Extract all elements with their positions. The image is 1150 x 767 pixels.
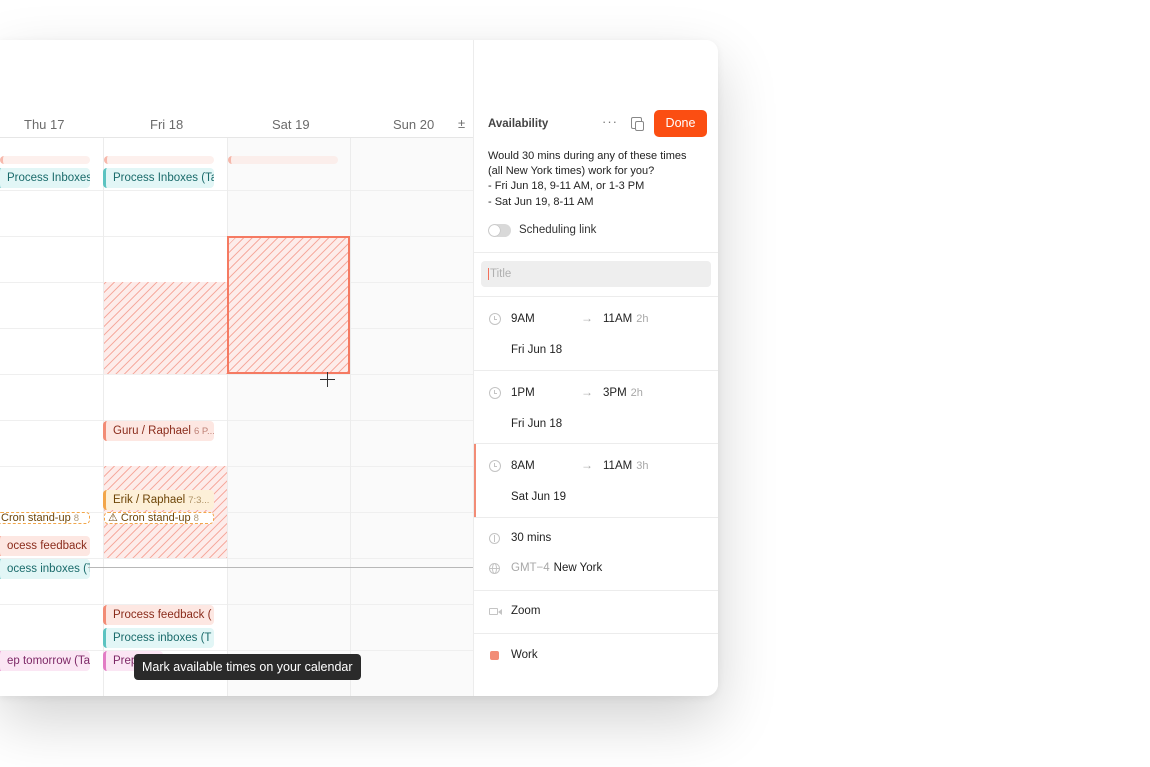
event-process-feedback[interactable]: Process feedback ( — [103, 605, 214, 625]
calendar-row[interactable]: Work — [474, 648, 718, 664]
slot-date[interactable]: Fri Jun 18 — [511, 418, 562, 430]
slot-start[interactable]: 8AM — [511, 460, 535, 472]
slot-end-time: 11AM — [603, 313, 633, 325]
crosshair-cursor-icon — [320, 372, 335, 387]
title-input[interactable] — [481, 261, 711, 287]
divider — [474, 633, 718, 634]
divider — [474, 590, 718, 591]
slot-start[interactable]: 9AM — [511, 313, 535, 325]
divider — [474, 252, 718, 253]
day-header-sun[interactable]: Sun 20 — [393, 117, 434, 132]
timezone-offset: GMT−4 — [511, 562, 550, 574]
done-button[interactable]: Done — [654, 110, 707, 137]
timezone-value: GMT−4 New York — [511, 562, 602, 574]
divider — [474, 517, 718, 518]
event-time: 6 P... — [194, 426, 214, 437]
event-time: 8 — [193, 513, 199, 524]
copy-icon[interactable] — [631, 117, 644, 131]
event-process-inboxes[interactable]: Process inboxes (T — [103, 628, 214, 648]
duration-row[interactable]: 30 mins — [474, 531, 718, 547]
clock-icon — [489, 460, 501, 472]
day-header-thu[interactable]: Thu 17 — [24, 117, 64, 132]
text-caret — [488, 268, 489, 280]
slot-date[interactable]: Sat Jun 19 — [511, 491, 566, 503]
hour-line — [0, 466, 473, 467]
event-time: 8 — [73, 513, 80, 524]
timezone-row[interactable]: GMT−4 New York — [474, 561, 718, 577]
scheduling-link-label: Scheduling link — [519, 224, 597, 236]
event-title: Erik / Raphael — [113, 494, 186, 506]
hour-line — [0, 374, 473, 375]
day-header-sat[interactable]: Sat 19 — [272, 117, 310, 132]
day-divider — [227, 138, 228, 696]
hour-line — [0, 190, 473, 191]
slot-end-time: 3PM — [603, 387, 627, 399]
location-value: Zoom — [511, 605, 541, 617]
event-cron-standup[interactable]: Cron stand-up 8 — [0, 512, 90, 524]
clock-icon — [489, 387, 501, 399]
calendar-week-view[interactable]: Thu 17 Fri 18 Sat 19 Sun 20 ± Process In… — [0, 40, 473, 696]
time-slot[interactable]: 9AM → 11AM 2h Fri Jun 18 — [474, 297, 718, 370]
location-row[interactable]: Zoom — [474, 604, 718, 620]
header-divider — [0, 137, 473, 138]
slot-end[interactable]: 11AM 2h — [603, 313, 648, 325]
event-process-inboxes[interactable]: Process Inboxes (Ta — [103, 168, 214, 188]
globe-icon — [489, 563, 500, 574]
slot-duration: 2h — [630, 387, 643, 399]
event-prep-tomorrow[interactable]: ep tomorrow (Tas — [0, 651, 90, 671]
day-divider — [350, 138, 351, 696]
hour-line — [0, 604, 473, 605]
message-line: - Fri Jun 18, 9-11 AM, or 1-3 PM — [488, 180, 645, 193]
more-options-icon[interactable]: ··· — [602, 114, 618, 129]
slot-duration: 2h — [636, 313, 649, 325]
arrow-right-icon: → — [581, 458, 593, 472]
event-cron-standup[interactable]: ⚠ Cron stand-up 8 — [104, 512, 214, 524]
event-partial[interactable] — [0, 156, 90, 164]
event-partial[interactable] — [104, 156, 214, 164]
event-title: Cron stand-up — [1, 512, 71, 524]
duration-value: 30 mins — [511, 532, 552, 544]
app-window: Thu 17 Fri 18 Sat 19 Sun 20 ± Process In… — [0, 40, 718, 696]
scheduling-link-toggle[interactable] — [488, 224, 511, 237]
clock-icon — [489, 313, 501, 325]
time-slot-selected[interactable]: 8AM → 11AM 3h Sat Jun 19 — [474, 444, 718, 517]
slot-start[interactable]: 1PM — [511, 387, 535, 399]
event-partial[interactable] — [228, 156, 338, 164]
tooltip: Mark available times on your calendar — [134, 654, 361, 680]
availability-panel: Availability ··· Done Would 30 mins duri… — [473, 40, 718, 696]
duration-icon — [489, 533, 500, 544]
current-time-line — [88, 567, 473, 568]
calendar-color-icon — [490, 651, 499, 660]
event-title: ⚠ Cron stand-up — [108, 512, 191, 524]
availability-block-sat-8am-selected[interactable] — [227, 236, 350, 374]
video-camera-icon — [489, 608, 502, 615]
message-line: Would 30 mins during any of these times — [488, 150, 687, 162]
expand-icon[interactable]: ± — [458, 116, 465, 131]
time-slot[interactable]: 1PM → 3PM 2h Fri Jun 18 — [474, 371, 718, 444]
slot-end[interactable]: 3PM 2h — [603, 387, 643, 399]
event-title: Guru / Raphael — [113, 425, 191, 437]
event-time: 7:3... — [188, 495, 210, 506]
event-erik-raphael[interactable]: Erik / Raphael 7:3... — [103, 490, 214, 510]
event-process-feedback[interactable]: ocess feedback ( — [0, 536, 90, 556]
arrow-right-icon: → — [581, 311, 593, 325]
slot-end-time: 11AM — [603, 460, 633, 472]
message-line: (all New York times) work for you? — [488, 165, 655, 178]
message-line: - Sat Jun 19, 8-11 AM — [488, 195, 594, 208]
slot-date[interactable]: Fri Jun 18 — [511, 344, 562, 356]
timezone-city: New York — [553, 562, 603, 574]
hour-line — [0, 420, 473, 421]
slot-end[interactable]: 11AM 3h — [603, 460, 648, 472]
day-header-fri[interactable]: Fri 18 — [150, 117, 183, 132]
slot-duration: 3h — [636, 460, 649, 472]
availability-block-fri-9am[interactable] — [104, 282, 227, 374]
event-process-inboxes[interactable]: ocess inboxes (T — [0, 559, 90, 579]
event-process-inboxes[interactable]: Process Inboxes (T — [0, 168, 90, 188]
calendar-name: Work — [511, 649, 538, 661]
arrow-right-icon: → — [581, 385, 593, 399]
event-guru-raphael[interactable]: Guru / Raphael 6 P... — [103, 421, 214, 441]
panel-title: Availability — [488, 118, 549, 130]
availability-message[interactable]: Would 30 mins during any of these times … — [488, 149, 713, 210]
